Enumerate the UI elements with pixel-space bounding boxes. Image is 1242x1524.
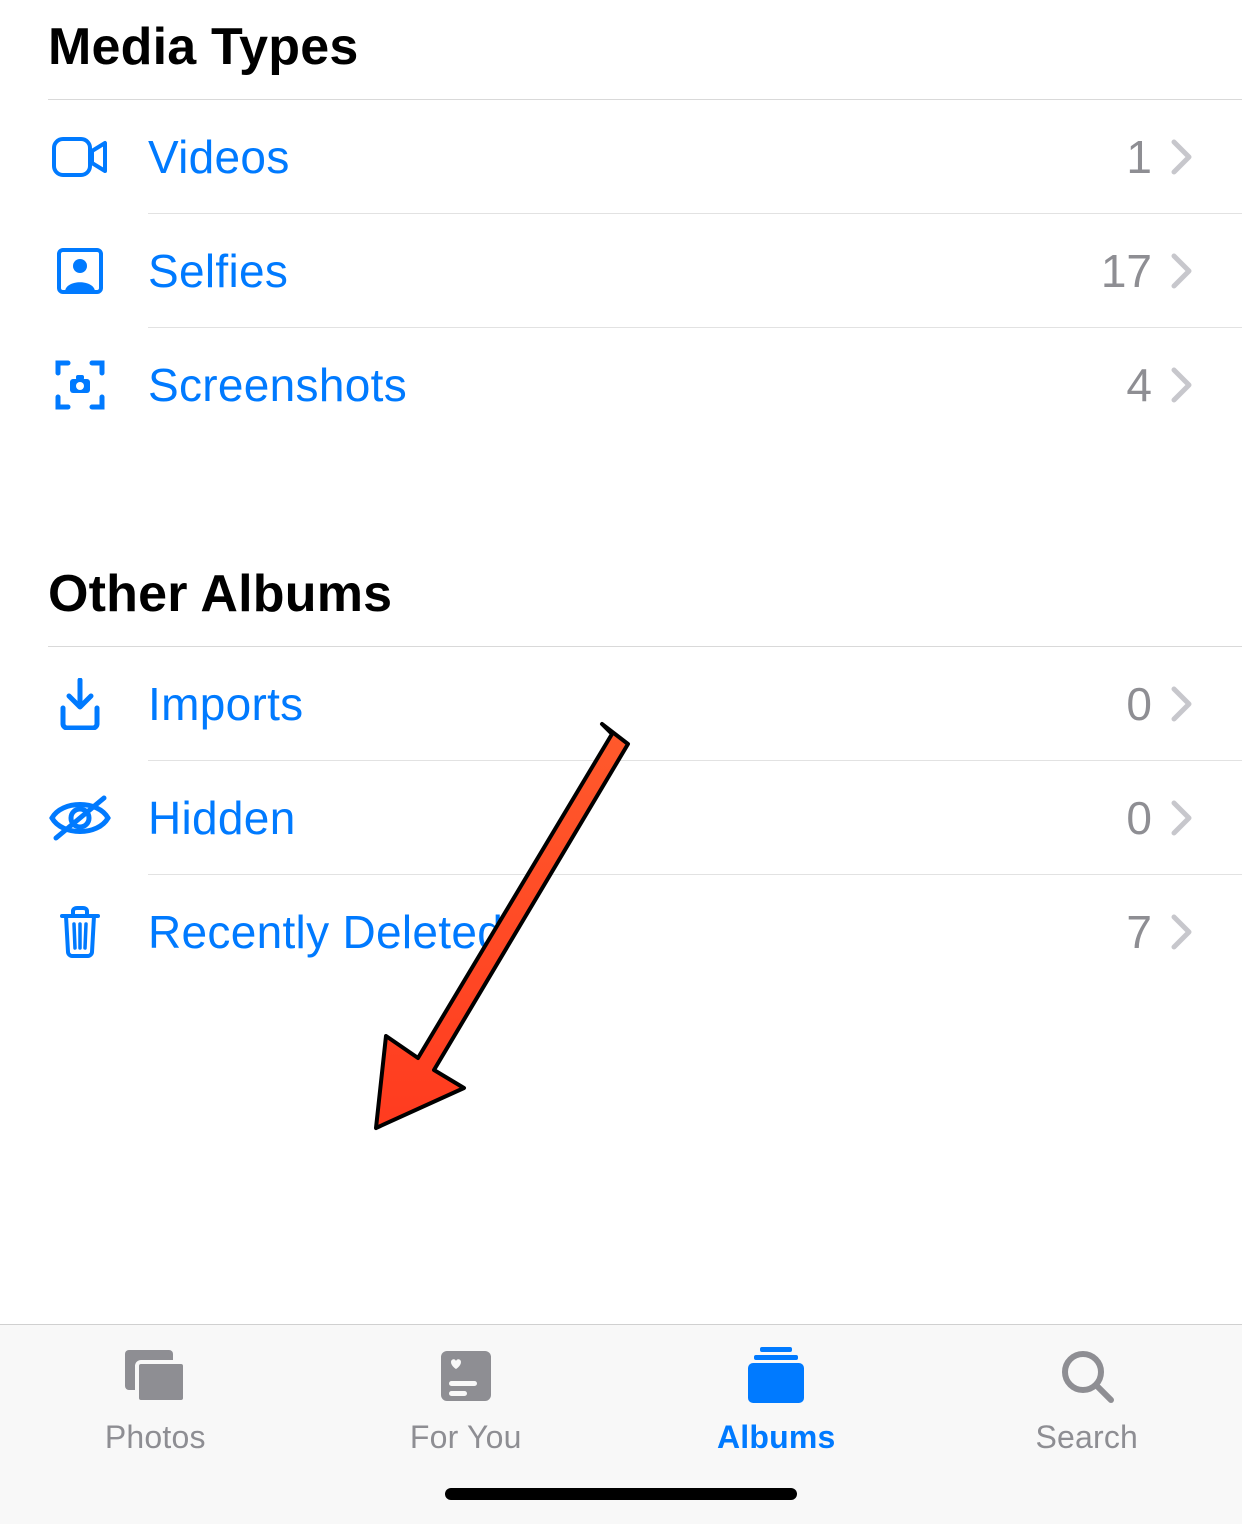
row-recently-deleted[interactable]: Recently Deleted 7 xyxy=(0,875,1242,989)
tab-albums[interactable]: Albums xyxy=(621,1343,932,1456)
row-count: 7 xyxy=(1126,905,1152,959)
selfie-icon xyxy=(48,239,112,303)
row-count: 0 xyxy=(1126,677,1152,731)
section-title-media-types: Media Types xyxy=(0,5,1242,99)
tab-for-you[interactable]: For You xyxy=(311,1343,622,1456)
chevron-right-icon xyxy=(1162,365,1202,405)
row-label: Screenshots xyxy=(148,358,1126,412)
chevron-right-icon xyxy=(1162,684,1202,724)
row-label: Selfies xyxy=(148,244,1101,298)
row-count: 17 xyxy=(1101,244,1152,298)
import-icon xyxy=(48,672,112,736)
albums-icon xyxy=(740,1343,812,1409)
for-you-icon xyxy=(430,1343,502,1409)
home-indicator[interactable] xyxy=(445,1488,797,1500)
hidden-icon xyxy=(48,786,112,850)
video-icon xyxy=(48,125,112,189)
chevron-right-icon xyxy=(1162,912,1202,952)
screenshot-icon xyxy=(48,353,112,417)
row-selfies[interactable]: Selfies 17 xyxy=(0,214,1242,328)
tab-label: For You xyxy=(410,1419,522,1456)
chevron-right-icon xyxy=(1162,798,1202,838)
chevron-right-icon xyxy=(1162,137,1202,177)
row-label: Videos xyxy=(148,130,1126,184)
row-label: Hidden xyxy=(148,791,1126,845)
row-hidden[interactable]: Hidden 0 xyxy=(0,761,1242,875)
row-videos[interactable]: Videos 1 xyxy=(0,100,1242,214)
row-count: 4 xyxy=(1126,358,1152,412)
row-count: 1 xyxy=(1126,130,1152,184)
row-label: Imports xyxy=(148,677,1126,731)
row-count: 0 xyxy=(1126,791,1152,845)
section-title-other-albums: Other Albums xyxy=(0,552,1242,646)
tab-label: Albums xyxy=(717,1419,836,1456)
trash-icon xyxy=(48,900,112,964)
chevron-right-icon xyxy=(1162,251,1202,291)
tab-search[interactable]: Search xyxy=(932,1343,1242,1456)
row-imports[interactable]: Imports 0 xyxy=(0,647,1242,761)
tab-label: Photos xyxy=(105,1419,206,1456)
tab-photos[interactable]: Photos xyxy=(0,1343,311,1456)
search-icon xyxy=(1051,1343,1123,1409)
row-screenshots[interactable]: Screenshots 4 xyxy=(0,328,1242,442)
photos-icon xyxy=(119,1343,191,1409)
row-label: Recently Deleted xyxy=(148,905,1126,959)
tab-label: Search xyxy=(1035,1419,1138,1456)
